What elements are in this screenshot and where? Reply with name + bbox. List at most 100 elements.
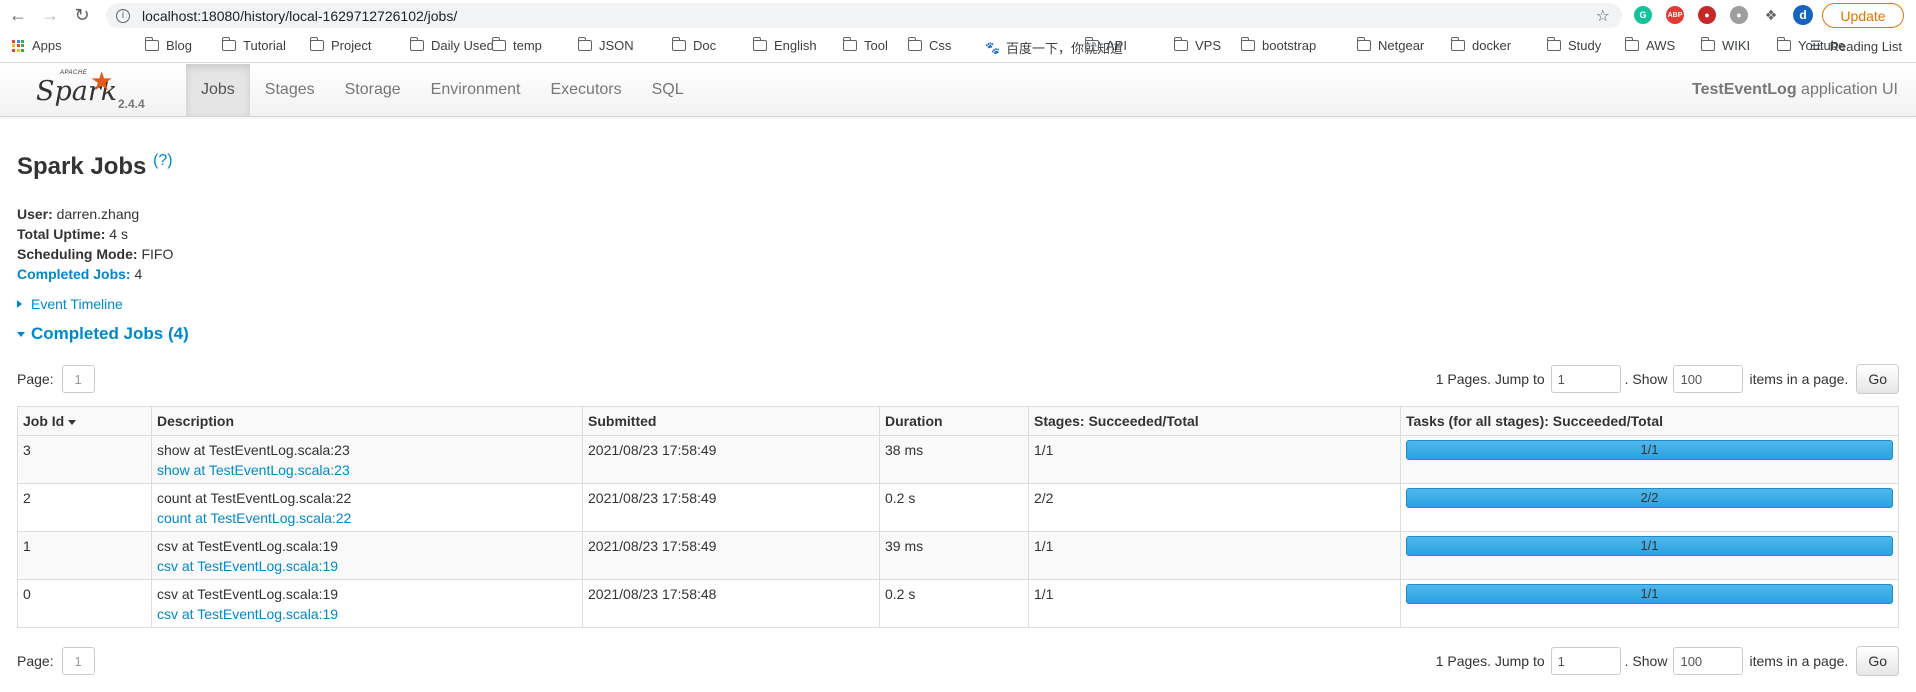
col-stages[interactable]: Stages: Succeeded/Total: [1028, 406, 1401, 436]
bookmark-item[interactable]: JSON: [577, 37, 634, 53]
duration-cell: 38 ms: [879, 435, 1029, 484]
submitted-cell: 2021/08/23 17:58:49: [582, 435, 880, 484]
bookmark-item[interactable]: Project: [309, 37, 371, 53]
page-title: Spark Jobs (?): [17, 146, 1899, 182]
folder-icon: [577, 37, 592, 51]
job-id-cell: 3: [17, 435, 152, 484]
spark-navbar: APACHE Spark ★ 2.4.4 Jobs Stages Storage En…: [0, 64, 1916, 117]
bookmark-label: Tool: [864, 38, 888, 53]
tab-environment[interactable]: Environment: [416, 64, 536, 116]
extensions-puzzle-icon[interactable]: ❖: [1762, 6, 1780, 24]
col-job-id[interactable]: Job Id: [17, 406, 152, 436]
bookmark-item[interactable]: Tool: [842, 37, 888, 53]
help-link[interactable]: (?): [153, 152, 173, 169]
app-name-suffix: application UI: [1796, 81, 1898, 98]
bookmark-item[interactable]: docker: [1450, 37, 1512, 53]
bookmark-item[interactable]: bootstrap: [1240, 37, 1317, 53]
tasks-progress-label: 1/1: [1640, 538, 1659, 553]
address-bar[interactable]: i localhost:18080/history/local-16297127…: [106, 3, 1622, 28]
completed-jobs-link[interactable]: Completed Jobs:: [17, 266, 131, 282]
go-button[interactable]: Go: [1856, 364, 1899, 394]
page-number: 1: [61, 647, 95, 675]
bookmark-item[interactable]: WIKI: [1700, 37, 1750, 53]
event-timeline-toggle[interactable]: Event Timeline: [17, 296, 1899, 312]
uptime-label: Total Uptime:: [17, 226, 106, 242]
stages-cell: 1/1: [1028, 531, 1401, 580]
page-size-input[interactable]: 100: [1673, 365, 1744, 393]
job-description-link[interactable]: show at TestEventLog.scala:23: [157, 460, 577, 480]
bookmark-item[interactable]: Blog: [144, 37, 192, 53]
extension-gray-icon[interactable]: ●: [1730, 6, 1748, 24]
bookmark-item[interactable]: Youtube: [1776, 37, 1845, 53]
app-name-bold: TestEventLog: [1692, 81, 1797, 98]
duration-cell: 0.2 s: [879, 579, 1029, 628]
forward-icon[interactable]: →: [36, 1, 64, 29]
app-name: TestEventLog application UI: [1692, 64, 1898, 116]
job-description-link[interactable]: csv at TestEventLog.scala:19: [157, 556, 577, 576]
col-submitted[interactable]: Submitted: [582, 406, 880, 436]
site-info-icon[interactable]: i: [116, 8, 130, 23]
update-button[interactable]: Update: [1822, 3, 1904, 28]
bookmark-apps[interactable]: Apps: [12, 38, 62, 53]
tab-sql[interactable]: SQL: [637, 64, 699, 116]
col-description[interactable]: Description: [151, 406, 583, 436]
job-description: show at TestEventLog.scala:23: [157, 442, 350, 458]
show-text: . Show: [1624, 653, 1668, 669]
grammarly-extension-icon[interactable]: G: [1634, 6, 1652, 24]
spark-logo[interactable]: APACHE Spark ★ 2.4.4: [36, 66, 146, 112]
pager-bottom: Page: 1 1 Pages. Jump to 1 . Show 100 it…: [17, 646, 1899, 676]
show-text: . Show: [1624, 371, 1668, 387]
bookmark-item[interactable]: VPS: [1173, 37, 1221, 53]
header-label: Job Id: [23, 413, 65, 429]
stages-cell: 1/1: [1028, 435, 1401, 484]
main-content: Spark Jobs (?) User: darren.zhang Total …: [17, 116, 1899, 676]
bookmark-item[interactable]: API: [1084, 37, 1127, 53]
stages-cell: 2/2: [1028, 483, 1401, 532]
tab-jobs[interactable]: Jobs: [186, 64, 250, 116]
folder-icon: [1356, 37, 1371, 51]
table-row: 2 count at TestEventLog.scala:22 count at …: [17, 483, 1899, 532]
completed-jobs-heading: Completed Jobs (4): [31, 324, 189, 343]
col-duration[interactable]: Duration: [879, 406, 1029, 436]
page-size-input[interactable]: 100: [1673, 647, 1744, 675]
bookmark-item[interactable]: temp: [491, 37, 542, 53]
bookmark-label: Css: [929, 38, 952, 53]
bookmark-label: docker: [1472, 38, 1512, 53]
bookmark-item[interactable]: AWS: [1624, 37, 1675, 53]
jump-to-input[interactable]: 1: [1550, 365, 1621, 393]
bookmark-item[interactable]: Css: [907, 37, 952, 53]
job-id-cell: 0: [17, 579, 152, 628]
extension-red-icon[interactable]: ●: [1698, 6, 1716, 24]
description-cell: csv at TestEventLog.scala:19 csv at TestE…: [151, 579, 583, 628]
folder-icon: [1450, 37, 1465, 51]
reload-icon[interactable]: ↻: [68, 1, 96, 29]
tab-storage[interactable]: Storage: [330, 64, 416, 116]
folder-icon: [842, 37, 857, 51]
tab-stages[interactable]: Stages: [250, 64, 330, 116]
bookmark-item[interactable]: Doc: [671, 37, 716, 53]
tasks-cell: 1/1: [1400, 579, 1899, 628]
bookmark-item[interactable]: Netgear: [1356, 37, 1424, 53]
summary-completed: Completed Jobs: 4: [17, 264, 1899, 284]
job-description-link[interactable]: csv at TestEventLog.scala:19: [157, 604, 577, 624]
bookmark-item[interactable]: English: [752, 37, 817, 53]
bookmark-star-icon[interactable]: ☆: [1596, 6, 1610, 26]
back-icon[interactable]: ←: [4, 1, 32, 29]
bookmark-label: English: [774, 38, 817, 53]
job-description-link[interactable]: count at TestEventLog.scala:22: [157, 508, 577, 528]
bookmark-label: bootstrap: [1262, 38, 1317, 53]
avatar[interactable]: d: [1793, 5, 1813, 25]
bookmark-item[interactable]: Tutorial: [221, 37, 286, 53]
tasks-progress-bar: 2/2: [1406, 488, 1893, 508]
tab-executors[interactable]: Executors: [535, 64, 636, 116]
completed-jobs-toggle[interactable]: Completed Jobs (4): [17, 324, 1899, 344]
page-label: Page:: [17, 653, 54, 669]
go-button[interactable]: Go: [1856, 646, 1899, 676]
bookmark-item[interactable]: Daily Used: [409, 37, 494, 53]
pager-top: Page: 1 1 Pages. Jump to 1 . Show 100 it…: [17, 364, 1899, 394]
jump-to-input[interactable]: 1: [1550, 647, 1621, 675]
adblock-extension-icon[interactable]: ABP: [1666, 6, 1684, 24]
folder-icon: [671, 37, 686, 51]
col-tasks[interactable]: Tasks (for all stages): Succeeded/Total: [1400, 406, 1899, 436]
bookmark-item[interactable]: Study: [1546, 37, 1601, 53]
